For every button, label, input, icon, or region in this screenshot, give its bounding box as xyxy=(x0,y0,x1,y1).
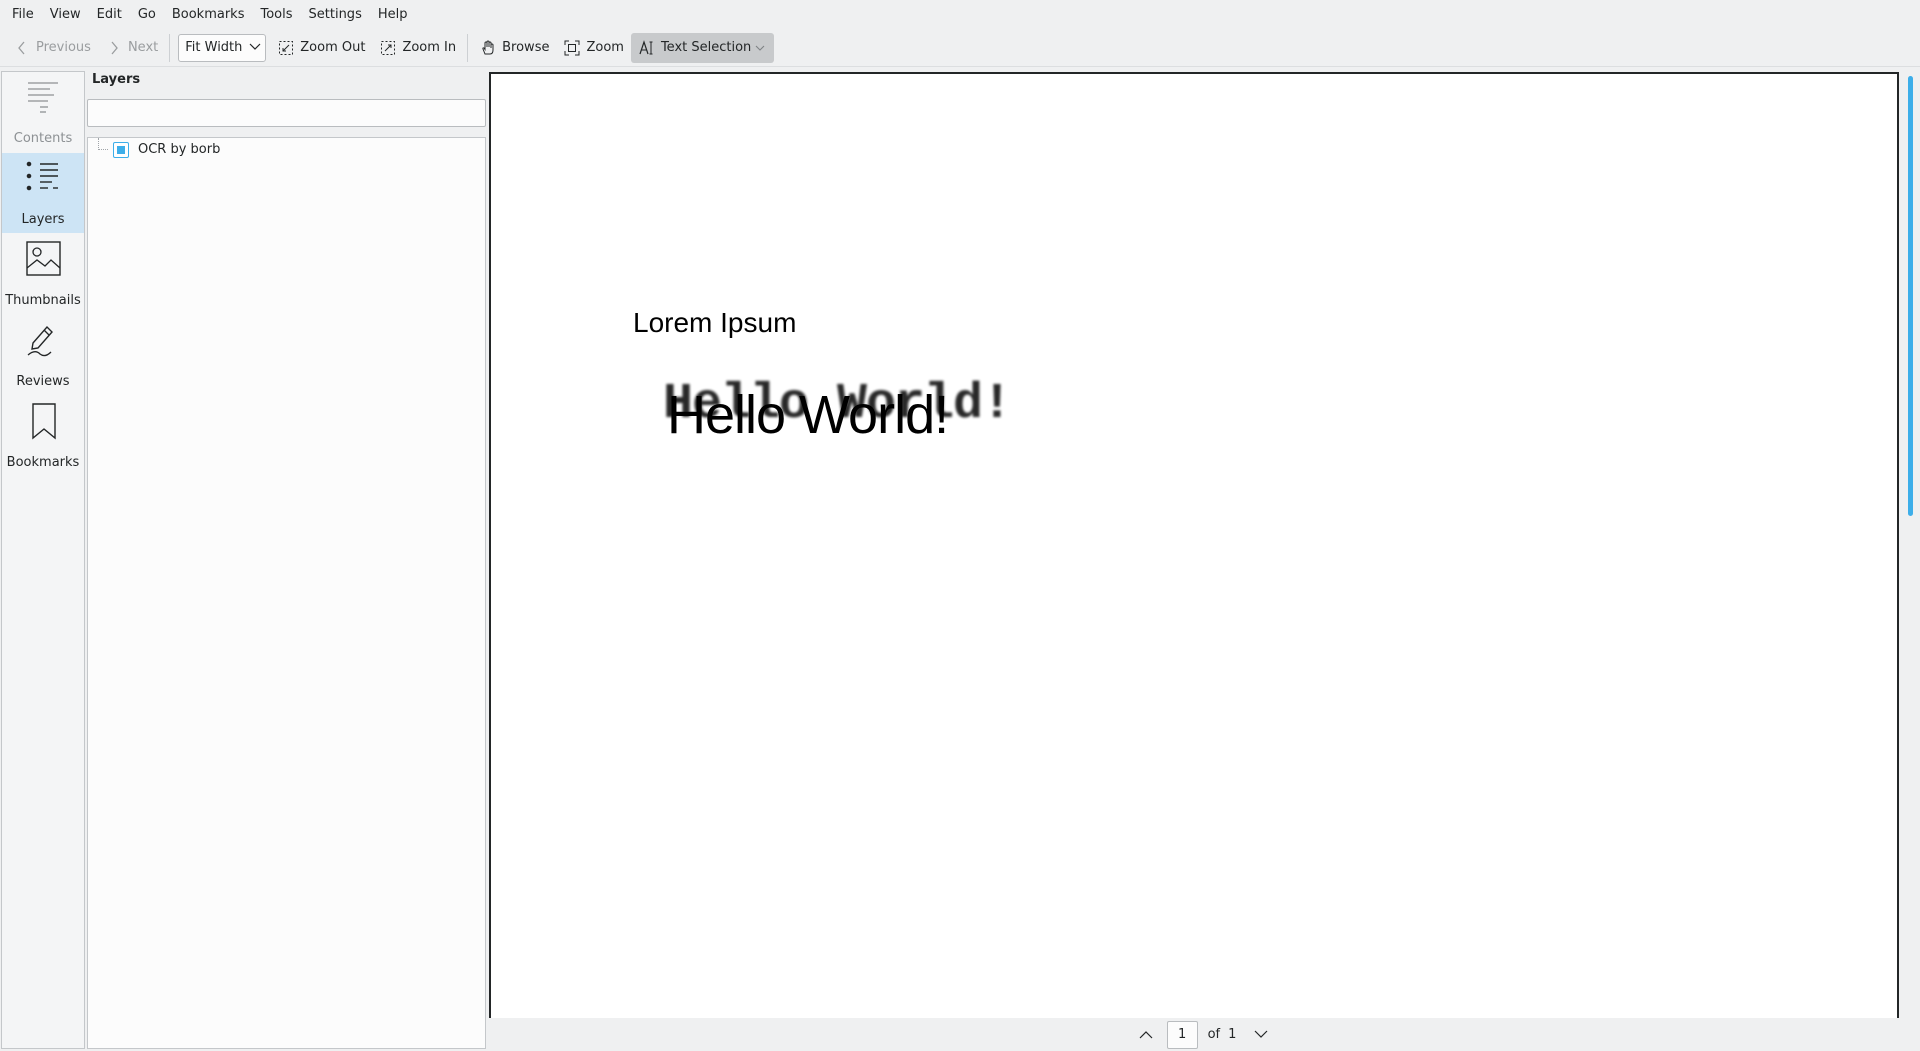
hand-icon xyxy=(479,39,497,57)
zoom-out-label: Zoom Out xyxy=(300,40,366,55)
menu-file[interactable]: File xyxy=(4,0,42,29)
zoom-tool-button[interactable]: Zoom xyxy=(556,33,630,63)
chevron-left-icon xyxy=(13,39,31,57)
zoom-tool-label: Zoom xyxy=(586,40,624,55)
toolbar-separator xyxy=(467,33,469,62)
sidebar-tab-label: Thumbnails xyxy=(5,293,81,308)
menu-settings[interactable]: Settings xyxy=(301,0,370,29)
scrollbar-handle[interactable] xyxy=(1908,76,1913,516)
menu-go[interactable]: Go xyxy=(130,0,164,29)
contents-icon xyxy=(25,78,63,116)
zoom-in-label: Zoom In xyxy=(402,40,457,55)
zoom-out-icon xyxy=(277,39,295,57)
browse-tool-button[interactable]: Browse xyxy=(472,33,556,63)
menu-help[interactable]: Help xyxy=(370,0,416,29)
sidebar-tab-contents[interactable]: Contents xyxy=(2,72,84,152)
menu-view[interactable]: View xyxy=(42,0,89,29)
layers-panel-title: Layers xyxy=(92,72,141,87)
browse-label: Browse xyxy=(502,40,550,55)
zoom-select-icon xyxy=(563,39,581,57)
layers-panel: Layers OCR by borb xyxy=(86,67,486,1051)
next-label: Next xyxy=(127,40,159,55)
zoom-in-button[interactable]: Zoom In xyxy=(372,33,463,63)
layer-visibility-checkbox[interactable] xyxy=(113,142,129,158)
chevron-down-icon xyxy=(249,40,261,55)
page-number-input[interactable]: 1 xyxy=(1166,1020,1198,1049)
document-page[interactable]: Lorem Ipsum Hello World! Hello World! xyxy=(489,72,1899,1018)
zoom-mode-select[interactable]: Fit Width xyxy=(178,33,267,62)
ocr-layer-text: Hello World! xyxy=(667,385,949,445)
toolbar-separator xyxy=(169,33,171,62)
total-pages-label: 1 xyxy=(1228,1027,1237,1042)
reviews-icon xyxy=(25,321,63,359)
zoom-out-button[interactable]: Zoom Out xyxy=(270,33,372,63)
zoom-in-icon xyxy=(379,39,397,57)
text-selection-icon xyxy=(638,39,656,57)
sidebar-tab-layers[interactable]: Layers xyxy=(2,153,84,233)
next-button[interactable]: Next xyxy=(98,33,165,63)
previous-page-button[interactable] xyxy=(1131,1020,1161,1050)
main-toolbar: Previous Next Fit Width Zoom Out Zoom In… xyxy=(0,29,1920,67)
previous-button[interactable]: Previous xyxy=(6,33,98,63)
chevron-up-icon xyxy=(1139,1031,1153,1039)
menu-bookmarks[interactable]: Bookmarks xyxy=(164,0,253,29)
bookmarks-icon xyxy=(25,402,63,440)
layers-icon xyxy=(25,159,63,197)
sidebar-tab-label: Contents xyxy=(13,131,73,146)
zoom-mode-value: Fit Width xyxy=(185,40,243,55)
thumbnails-icon xyxy=(25,240,63,278)
previous-label: Previous xyxy=(36,40,91,55)
layer-item-label: OCR by borb xyxy=(138,142,221,157)
chevron-down-icon[interactable] xyxy=(753,34,767,62)
layers-search-input[interactable] xyxy=(87,99,486,127)
menu-tools[interactable]: Tools xyxy=(252,0,300,29)
chevron-right-icon xyxy=(105,39,123,57)
next-page-button[interactable] xyxy=(1246,1020,1276,1050)
document-view[interactable]: Lorem Ipsum Hello World! Hello World! xyxy=(487,70,1920,1018)
text-selection-label: Text Selection xyxy=(660,40,752,55)
sidebar-tab-label: Layers xyxy=(21,212,65,227)
sidebar-tab-thumbnails[interactable]: Thumbnails xyxy=(2,234,84,314)
tree-branch-line xyxy=(98,138,108,150)
sidebar-tab-label: Reviews xyxy=(16,374,70,389)
sidebar-tab-reviews[interactable]: Reviews xyxy=(2,315,84,395)
sidebar-tab-bookmarks[interactable]: Bookmarks xyxy=(2,396,84,476)
page-of-label: of xyxy=(1207,1027,1221,1042)
page-heading-text: Lorem Ipsum xyxy=(633,307,797,338)
chevron-down-icon xyxy=(1254,1030,1268,1038)
menu-edit[interactable]: Edit xyxy=(89,0,130,29)
page-navigation-bar: 1 of 1 xyxy=(487,1018,1920,1051)
vertical-scrollbar[interactable] xyxy=(1905,74,1915,1018)
text-selection-tool-button[interactable]: Text Selection xyxy=(630,32,775,63)
menubar: File View Edit Go Bookmarks Tools Settin… xyxy=(0,0,1920,29)
sidebar-tab-label: Bookmarks xyxy=(6,455,80,470)
sidebar-tabs: Contents Layers Thumbnails Reviews Bookm… xyxy=(1,71,85,1049)
layers-tree: OCR by borb xyxy=(87,137,486,1049)
layer-item[interactable]: OCR by borb xyxy=(88,138,485,162)
